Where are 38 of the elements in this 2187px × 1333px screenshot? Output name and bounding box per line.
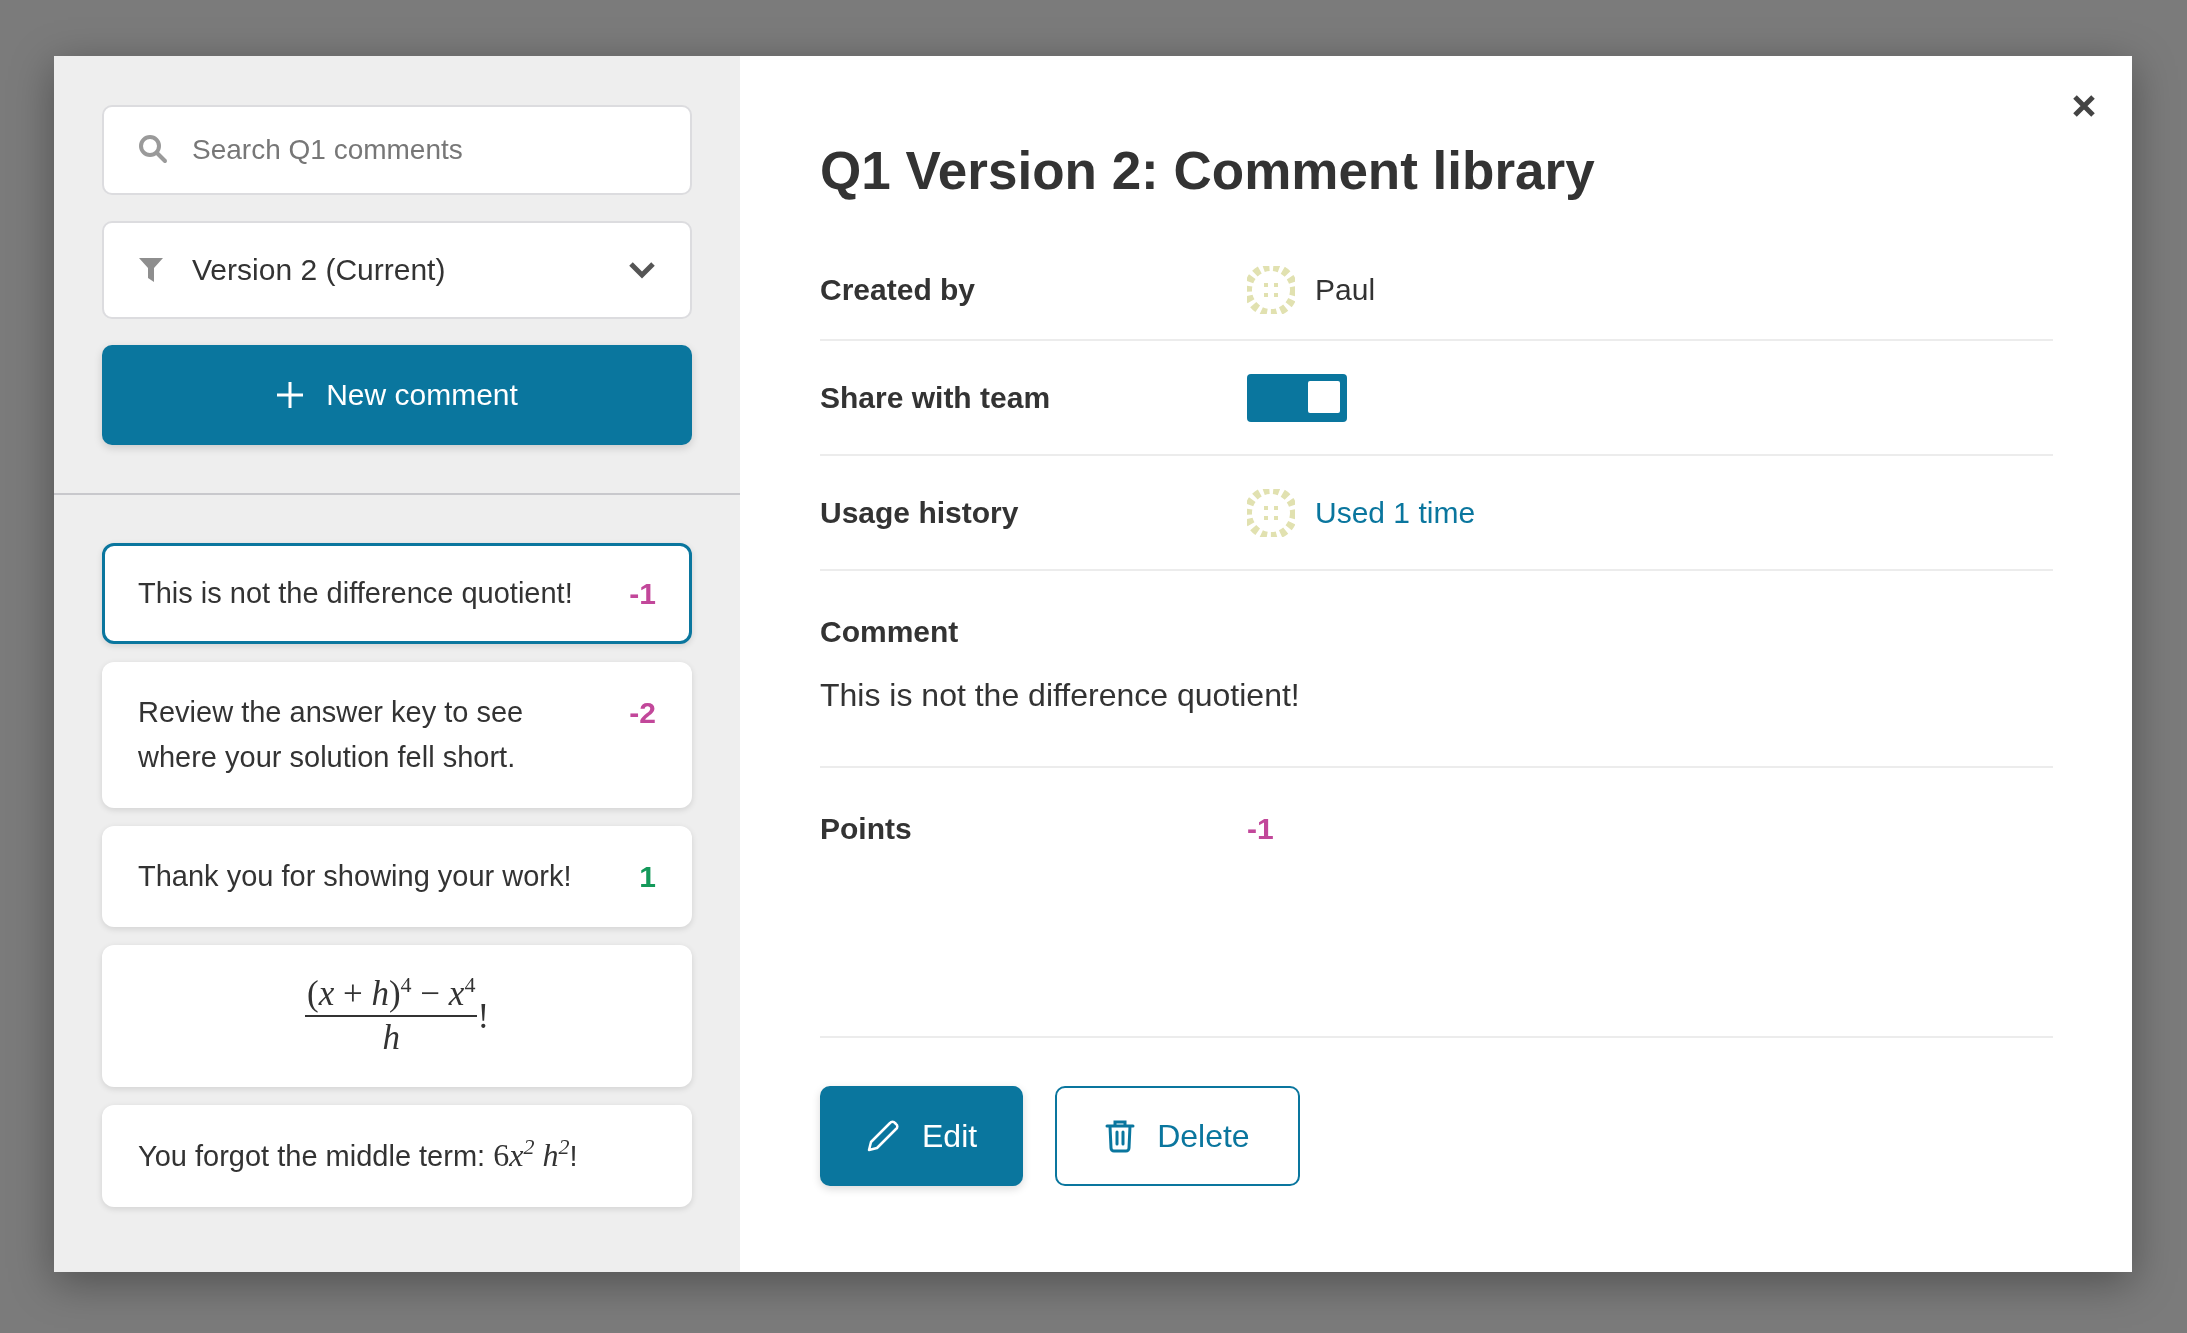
- field-label: Points: [820, 812, 913, 846]
- field-label: Created by: [820, 273, 977, 307]
- user-name: Paul: [1315, 273, 1376, 307]
- share-toggle[interactable]: [1247, 373, 1347, 422]
- close-icon[interactable]: [2072, 94, 2096, 118]
- edit-button[interactable]: Edit: [820, 1086, 1024, 1186]
- search-field[interactable]: Search Q1 comments: [102, 105, 692, 195]
- points-value: -1: [1247, 812, 1274, 846]
- comment-text: This is not the difference quotient!: [820, 677, 1301, 714]
- usage-link[interactable]: Used 1 time: [1315, 495, 1476, 530]
- comment-text: Thank you for showing your work!: [138, 859, 573, 894]
- comment-text: You forgot the middle term: 6x$^{2}$ h$^{2}$!: [138, 1133, 579, 1175]
- pencil-icon: [866, 1119, 900, 1153]
- new-comment-button[interactable]: New comment: [102, 345, 692, 445]
- filter-icon: [138, 256, 164, 284]
- comment-card[interactable]: (x + h)$^{4}$ − x$^{4}$ h !: [102, 945, 692, 1087]
- points-value: -2: [629, 695, 656, 731]
- comment-card[interactable]: Thank you for showing your work! 1: [102, 826, 692, 927]
- comment-text: Review the answer key to see where your solution fell short.: [138, 695, 525, 775]
- comment-card[interactable]: Review the answer key to see where your solution fell short. -2: [102, 662, 692, 808]
- field-label: Comment: [820, 615, 960, 649]
- chevron-down-icon: [628, 261, 656, 279]
- comment-card[interactable]: You forgot the middle term: 6x$^{2}$ h$^{2}$!: [102, 1105, 692, 1207]
- field-label: Share with team: [820, 380, 1052, 415]
- search-icon: [138, 134, 168, 164]
- comment-card[interactable]: This is not the difference quotient! -1: [102, 543, 692, 644]
- trash-icon: [1105, 1119, 1136, 1153]
- avatar-icon: [1247, 488, 1295, 537]
- avatar-icon: [1247, 266, 1295, 314]
- points-value: 1: [639, 859, 656, 895]
- delete-button[interactable]: Delete: [1055, 1086, 1300, 1186]
- math-formula: (x + h)$^{4}$ − x$^{4}$ h !: [304, 973, 490, 1059]
- comment-text: This is not the difference quotient!: [138, 576, 574, 611]
- points-value: -1: [629, 576, 656, 612]
- dialog-title: Q1 Version 2: Comment library: [820, 140, 1596, 201]
- field-label: Usage history: [820, 495, 1020, 530]
- version-dropdown[interactable]: Version 2 (Current): [102, 221, 692, 319]
- plus-icon: [276, 381, 305, 409]
